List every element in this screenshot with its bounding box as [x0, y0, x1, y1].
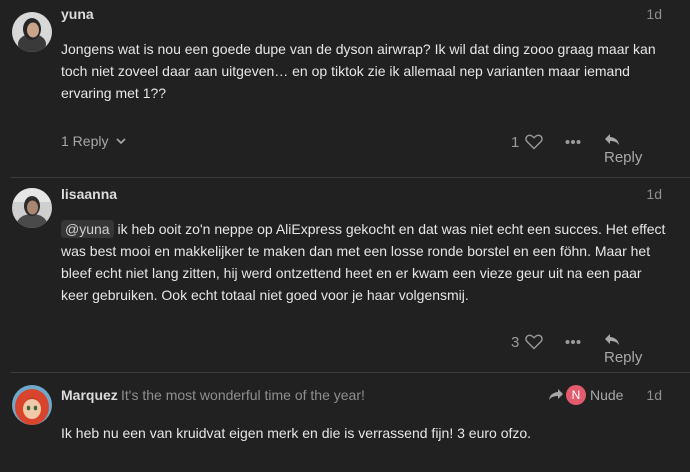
post-lisaanna: lisaanna 1d @yuna ik heb ooit zo'n neppe… [0, 178, 690, 372]
post-date[interactable]: 1d [646, 186, 662, 202]
username[interactable]: yuna [61, 6, 94, 22]
username[interactable]: lisaanna [61, 186, 117, 202]
more-options-icon[interactable] [565, 339, 581, 345]
avatar-yuna[interactable] [12, 12, 52, 52]
post-actions: 3 Reply [462, 331, 662, 366]
chevron-down-icon [116, 138, 126, 145]
post-marquez: Marquez It's the most wonderful time of … [0, 373, 690, 472]
like-count[interactable]: 1 [511, 134, 519, 151]
heart-icon[interactable] [525, 334, 543, 350]
reply-button[interactable]: Reply [604, 332, 662, 366]
post-date[interactable]: 1d [646, 6, 662, 22]
reply-to-arrow-icon [549, 389, 563, 400]
like-count[interactable]: 3 [511, 334, 519, 351]
post-date[interactable]: 1d [646, 387, 662, 403]
reply-to-name: Nude [590, 387, 624, 403]
reply-arrow-icon [605, 334, 619, 345]
more-options-icon[interactable] [565, 139, 581, 145]
post-body: @yuna ik heb ooit zo'n neppe op AliExpre… [61, 218, 671, 306]
post-body: Jongens wat is nou een goede dupe van de… [61, 41, 656, 101]
post-body: Ik heb nu een van kruidvat eigen merk en… [61, 425, 532, 441]
reply-to-tab[interactable]: N Nude [546, 383, 626, 407]
show-replies-button[interactable]: 1 Reply [61, 133, 127, 149]
replies-count-label: 1 Reply [61, 133, 109, 149]
post-body-text: ik heb ooit zo'n neppe op AliExpress gek… [61, 221, 666, 303]
mention-link[interactable]: @yuna [61, 220, 114, 238]
user-title: It's the most wonderful time of the year… [121, 387, 365, 403]
avatar-marquez[interactable] [12, 385, 52, 425]
post-yuna: yuna 1d Jongens wat is nou een goede dup… [0, 0, 690, 178]
heart-icon[interactable] [525, 134, 543, 150]
username[interactable]: Marquez [61, 387, 118, 403]
avatar-lisaanna[interactable] [12, 188, 52, 228]
post-actions: 1 Reply [462, 131, 662, 166]
reply-arrow-icon [605, 134, 619, 145]
reply-to-avatar: N [566, 385, 586, 405]
reply-label: Reply [604, 149, 643, 166]
reply-label: Reply [604, 349, 643, 366]
reply-button[interactable]: Reply [604, 132, 662, 166]
